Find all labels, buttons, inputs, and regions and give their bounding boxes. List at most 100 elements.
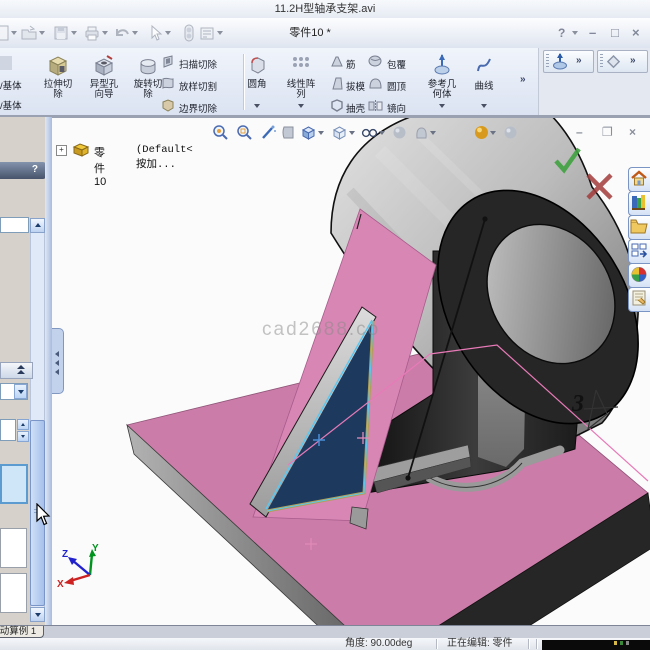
part-icon[interactable] [72, 142, 90, 157]
shell-button[interactable]: 抽壳 [346, 101, 365, 115]
undo-icon[interactable] [113, 24, 131, 42]
toolbar-grip[interactable] [600, 54, 603, 68]
select-caret[interactable] [165, 31, 171, 35]
revolved-cut-icon[interactable] [137, 55, 159, 76]
taskpane-custom-properties-tab[interactable] [628, 287, 650, 312]
open-icon[interactable] [20, 24, 38, 42]
scene-ghost-caret[interactable] [430, 131, 436, 135]
reference-geometry-button[interactable]: 参考几 何体 [420, 80, 464, 100]
fillet-caret[interactable] [254, 104, 260, 108]
doc-minimize-button[interactable]: – [576, 126, 583, 138]
help-caret[interactable] [572, 31, 578, 35]
panel-help-button[interactable]: ? [32, 164, 38, 175]
filter-wand-icon[interactable] [260, 124, 277, 141]
doc-close-button[interactable]: × [629, 126, 636, 138]
toolbar-overflow[interactable]: » [520, 74, 526, 85]
appearance-gold-caret[interactable] [490, 131, 496, 135]
zoom-area-icon[interactable] [236, 124, 253, 141]
mirror-icon[interactable] [368, 99, 383, 112]
reference-geometry-icon[interactable] [434, 54, 450, 76]
scroll-up-button[interactable] [30, 218, 45, 233]
extruded-cut-button[interactable]: 拉伸切 除 [36, 80, 80, 100]
boundary-cut-button[interactable]: 边界切除 [179, 101, 217, 115]
boundary-cut-icon[interactable] [161, 99, 175, 112]
diamond-tool-icon[interactable] [606, 54, 621, 69]
rebuild-icon[interactable] [180, 24, 198, 42]
appearance-gold-icon[interactable] [473, 124, 490, 141]
taskpane-appearances-tab[interactable] [628, 263, 650, 288]
zoom-fit-icon[interactable] [212, 124, 229, 141]
undo-caret[interactable] [132, 31, 138, 35]
rib-button[interactable]: 筋 [346, 57, 356, 71]
view-orientation-icon[interactable] [300, 124, 317, 141]
spin-down-button[interactable] [17, 431, 29, 442]
linear-pattern-button[interactable]: 线性阵 列 [281, 80, 321, 100]
taskpane-home-tab[interactable] [628, 167, 650, 192]
mini-overflow-1[interactable]: » [576, 55, 582, 66]
appearance-sphere-icon[interactable] [391, 124, 408, 141]
curves-button[interactable]: 曲线 [466, 82, 502, 92]
draft-button[interactable]: 拔模 [346, 79, 365, 93]
dome-button[interactable]: 圆顶 [387, 79, 406, 93]
taskpane-view-palette-tab[interactable] [628, 239, 650, 264]
mini-overflow-2[interactable]: » [630, 55, 636, 66]
save-caret[interactable] [71, 31, 77, 35]
spin-field[interactable] [0, 419, 16, 441]
help-button[interactable]: ? [558, 18, 565, 48]
doc-restore-button[interactable]: ❐ [602, 126, 613, 138]
swept-cut-icon[interactable] [161, 55, 175, 68]
maximize-button[interactable]: □ [611, 18, 619, 48]
save-icon[interactable] [52, 24, 70, 42]
reference-geometry-caret[interactable] [439, 104, 445, 108]
linear-pattern-caret[interactable] [298, 104, 304, 108]
hole-wizard-button[interactable]: 异型孔 向导 [82, 80, 126, 100]
options-icon[interactable] [198, 24, 216, 42]
display-style-icon[interactable] [331, 124, 348, 141]
toolbar-grip[interactable] [546, 54, 549, 68]
boss-base-partial-1[interactable]: /基体 [0, 78, 22, 92]
options-caret[interactable] [217, 31, 223, 35]
close-button[interactable]: × [632, 18, 640, 48]
fillet-icon[interactable] [248, 55, 268, 75]
spin-up-button[interactable] [17, 419, 29, 430]
graphics-viewport[interactable]: X Y Z 3 cad2688.co [52, 117, 650, 625]
curves-icon[interactable] [475, 55, 493, 75]
shell-icon[interactable] [330, 99, 344, 112]
axis-tool-icon[interactable] [552, 53, 568, 70]
boss-base-partial-2[interactable]: /基体 [0, 98, 22, 112]
print-icon[interactable] [83, 24, 101, 42]
hole-wizard-icon[interactable] [93, 55, 115, 76]
view-orientation-caret[interactable] [318, 131, 324, 135]
select-icon[interactable] [146, 24, 164, 42]
part-name[interactable]: 零件10 [94, 144, 106, 188]
combo-dropdown-button[interactable] [14, 384, 27, 399]
scene-sphere-icon[interactable] [502, 124, 519, 141]
dome-icon[interactable] [368, 77, 383, 90]
partial-icon[interactable] [0, 56, 12, 70]
panel-item-box[interactable] [0, 573, 27, 613]
lofted-cut-button[interactable]: 放样切割 [179, 79, 217, 93]
scene-ghost-icon[interactable] [413, 124, 430, 141]
hide-show-icon[interactable] [361, 124, 378, 141]
motion-study-tab[interactable]: 动算例 1 [0, 626, 44, 638]
wrap-button[interactable]: 包覆 [387, 57, 406, 71]
taskpane-file-explorer-tab[interactable] [628, 215, 650, 240]
tree-expand-box[interactable]: + [56, 145, 67, 156]
selected-item-box[interactable] [0, 464, 28, 504]
extruded-cut-icon[interactable] [47, 55, 69, 76]
document-tab[interactable]: 零件10 * [260, 18, 360, 48]
print-caret[interactable] [102, 31, 108, 35]
rib-icon[interactable] [330, 55, 344, 68]
panel-splitter-handle[interactable] [52, 328, 64, 394]
section-header[interactable] [0, 362, 33, 379]
fillet-button[interactable]: 圆角 [240, 80, 274, 90]
taskpane-design-library-tab[interactable] [628, 191, 650, 216]
panel-item-box[interactable] [0, 528, 27, 568]
section-view-icon[interactable] [280, 124, 297, 141]
mirror-button[interactable]: 镜向 [387, 101, 406, 115]
curves-caret[interactable] [481, 104, 487, 108]
draft-icon[interactable] [330, 77, 344, 90]
minimize-button[interactable]: – [589, 18, 596, 48]
hide-show-caret[interactable] [379, 131, 385, 135]
display-style-caret[interactable] [349, 131, 355, 135]
